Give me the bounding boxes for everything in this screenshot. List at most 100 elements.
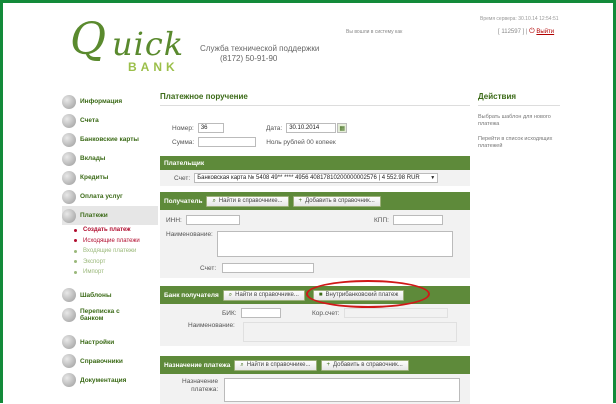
purpose-label-line2: платежа:	[191, 386, 219, 393]
find-label: Найти в справочнике...	[235, 292, 299, 298]
highlight-annotation	[306, 280, 430, 308]
add-label: Добавить в справочник...	[305, 198, 375, 204]
deposits-icon	[62, 151, 76, 166]
sidebar-item-docs[interactable]: Документация	[62, 371, 158, 390]
support-phone: (8172) 50-91-90	[220, 54, 278, 63]
nav-label: Оплата услуг	[80, 193, 123, 200]
docs-icon	[62, 373, 76, 387]
date-row: Дата: 30.10.2014 ▦	[266, 123, 348, 133]
submenu-outgoing[interactable]: Исходящие платежи	[74, 236, 158, 247]
sidebar-item-directories[interactable]: Справочники	[62, 352, 158, 371]
sum-input[interactable]	[198, 137, 257, 147]
sum-label: Сумма:	[172, 138, 195, 146]
sidebar-item-deposits[interactable]: Вклады	[62, 149, 158, 168]
sidebar-item-info[interactable]: Информация	[62, 92, 158, 111]
bullet-icon	[74, 239, 77, 243]
kpp-row: КПП:	[374, 215, 443, 225]
account-value: Банковская карта № 5408 49** **** 4956 4…	[197, 175, 420, 181]
bullet-icon	[74, 260, 77, 264]
choose-template-link[interactable]: Выбрать шаблон для нового платежа	[478, 114, 560, 128]
purpose-header: Назначение платежа ⌕ Найти в справочнике.…	[160, 356, 470, 374]
sidebar-item-credits[interactable]: Кредиты	[62, 168, 158, 187]
sidebar-item-services[interactable]: Оплата услуг	[62, 187, 158, 206]
templates-icon	[62, 288, 76, 302]
submenu-import[interactable]: Импорт	[74, 267, 158, 278]
credits-icon	[62, 170, 76, 185]
name-label: Наименование:	[166, 231, 213, 238]
payer-section: Плательщик Счет: Банковская карта № 5408…	[160, 156, 470, 186]
info-icon	[62, 94, 76, 109]
sidebar-item-cards[interactable]: Банковские карты	[62, 130, 158, 149]
bik-row: БИК:	[222, 308, 281, 318]
inn-input[interactable]	[185, 215, 240, 225]
payments-icon	[62, 208, 76, 223]
calendar-icon[interactable]: ▦	[337, 123, 348, 133]
sidebar-item-settings[interactable]: Настройки	[62, 333, 158, 352]
acc-input[interactable]	[222, 263, 315, 273]
purpose-add-button[interactable]: + Добавить в справочник...	[320, 359, 409, 371]
purpose-section: Назначение платежа ⌕ Найти в справочнике.…	[160, 356, 470, 404]
login-as-text: Вы вошли в систему как	[346, 29, 403, 35]
kor-input	[343, 308, 448, 318]
submenu-export[interactable]: Экспорт	[74, 257, 158, 268]
recipient-body: ИНН: КПП: Наименование: Счет:	[160, 210, 470, 278]
purpose-body: Назначение платежа:	[160, 374, 470, 404]
sum-row: Сумма: Ноль рублей 00 копеек	[172, 137, 336, 147]
search-icon: ⌕	[240, 361, 244, 368]
nav-label: Вклады	[80, 155, 106, 162]
acc-row: Счет:	[200, 263, 315, 273]
support-info: Служба технической поддержки (8172) 50-9…	[200, 44, 319, 64]
sidebar-item-correspondence[interactable]: Переписка с банком	[62, 305, 158, 333]
logout-link[interactable]: Выйти	[536, 29, 554, 35]
payer-account-row: Счет: Банковская карта № 5408 49** **** …	[174, 173, 439, 183]
bank-name-row: Наименование:	[188, 322, 457, 342]
nav-label: Справочники	[80, 357, 123, 365]
bullet-icon	[74, 228, 77, 232]
kpp-input[interactable]	[392, 215, 443, 225]
inn-label: ИНН:	[166, 216, 182, 224]
actions-panel: Действия Выбрать шаблон для нового плате…	[478, 92, 560, 150]
find-label: Найти в справочнике...	[246, 362, 311, 368]
logo-q: Q	[70, 14, 107, 65]
sidebar-item-templates[interactable]: Шаблоны	[62, 286, 158, 305]
recipient-section: Получатель ⌕ Найти в справочнике... + Доба…	[160, 192, 470, 278]
date-input[interactable]: 30.10.2014	[286, 123, 337, 133]
number-input[interactable]: 36	[197, 123, 224, 133]
sidebar-item-accounts[interactable]: Счета	[62, 111, 158, 130]
nav-label: Банковские карты	[80, 136, 139, 143]
bik-label: БИК:	[222, 309, 237, 317]
nav-label: Документация	[80, 376, 127, 384]
quick-bank-logo[interactable]: Q uick BANK	[70, 18, 190, 80]
bik-input[interactable]	[240, 308, 281, 318]
purpose-find-button[interactable]: ⌕ Найти в справочнике...	[234, 359, 317, 371]
nav-label-line2: банком	[80, 314, 104, 322]
submenu-incoming[interactable]: Входящие платежи	[74, 246, 158, 257]
services-icon	[62, 189, 76, 204]
nav-label: Переписка с банком	[80, 308, 120, 322]
name-textarea[interactable]	[216, 231, 453, 257]
date-label: Дата:	[266, 124, 283, 132]
submenu-label: Экспорт	[83, 258, 106, 265]
account-select[interactable]: Банковская карта № 5408 49** **** 4956 4…	[194, 173, 439, 183]
add-label: Добавить в справочник...	[333, 362, 403, 368]
logout-icon[interactable]: ⏻	[529, 28, 535, 35]
number-row: Номер: 36	[172, 123, 224, 133]
plus-icon: +	[298, 198, 303, 204]
bank-find-button[interactable]: ⌕ Найти в справочнике...	[222, 289, 305, 301]
logo-bank: BANK	[128, 60, 179, 74]
mail-icon	[62, 307, 76, 322]
purpose-textarea[interactable]	[224, 378, 461, 402]
chevron-down-icon: ▼	[430, 175, 436, 181]
directory-icon	[62, 354, 76, 368]
nav-label-line1: Переписка с	[80, 307, 120, 315]
recipient-find-button[interactable]: ⌕ Найти в справочнике...	[206, 195, 289, 207]
server-time: Время сервера: 30.10.14 12:54:51	[480, 16, 559, 22]
nav-label: Счета	[80, 117, 99, 124]
recipient-add-button[interactable]: + Добавить в справочник...	[292, 195, 381, 207]
support-label: Служба технической поддержки	[200, 44, 320, 53]
submenu-create-payment[interactable]: Создать платеж	[74, 225, 158, 236]
purpose-title: Назначение платежа	[164, 361, 231, 369]
sidebar-item-payments[interactable]: Платежи	[62, 206, 158, 225]
outgoing-list-link[interactable]: Перейти в список исходящих платежей	[478, 136, 560, 150]
acc-label: Счет:	[200, 264, 217, 272]
